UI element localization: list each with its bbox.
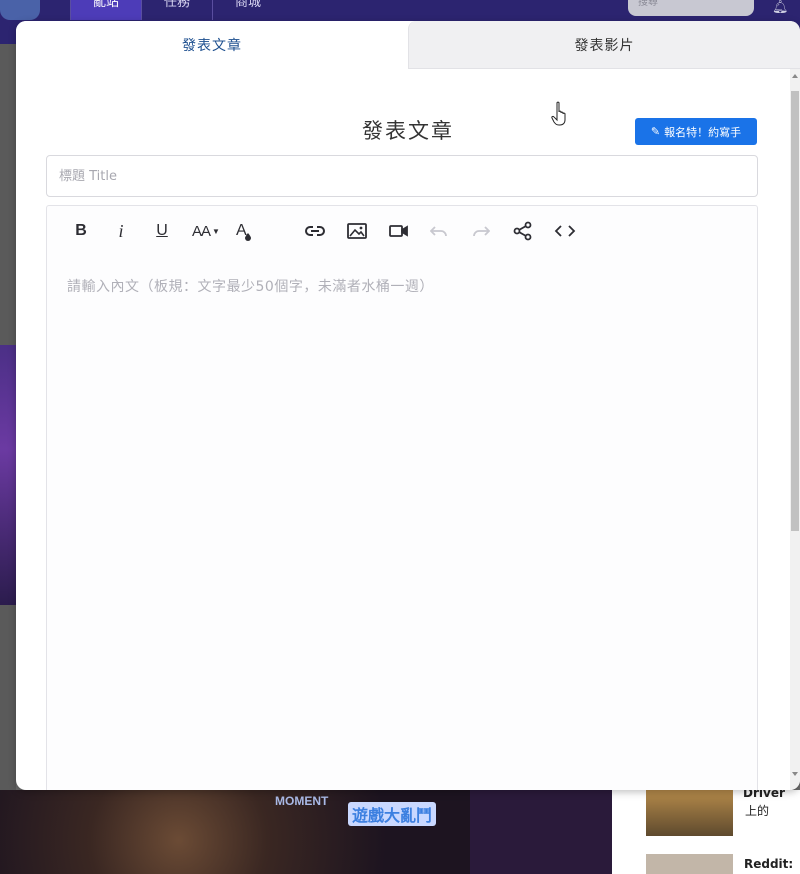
scroll-down-arrow-icon[interactable] xyxy=(792,772,798,776)
text-color-icon[interactable]: A xyxy=(233,218,255,244)
link-icon[interactable] xyxy=(303,218,327,244)
tab-post-article[interactable]: 發表文章 xyxy=(16,21,408,69)
banner-logo: 遊戲大亂鬥 xyxy=(348,802,437,826)
recruit-writer-button[interactable]: ✎ 報名特！約寫手 xyxy=(635,118,757,145)
top-nav: 亂站 任務 商城 xyxy=(70,0,283,20)
recruit-writer-label: 報名特！約寫手 xyxy=(664,125,742,139)
rich-text-editor[interactable]: B i U AA ▼ A 請輸入內文（板規：文字最少50個字，未滿者水桶一週） xyxy=(46,205,758,790)
font-size-icon[interactable]: AA ▼ xyxy=(189,218,223,244)
nav-item-forum[interactable]: 亂站 xyxy=(70,0,142,20)
side-article-subtitle: 上的 xyxy=(745,804,770,818)
svg-text:A: A xyxy=(236,222,247,239)
undo-icon[interactable] xyxy=(427,218,451,244)
site-logo[interactable] xyxy=(0,0,40,20)
scroll-up-arrow-icon[interactable] xyxy=(792,74,798,78)
post-modal: 發表文章 發表影片 發表文章 ✎ 報名特！約寫手 B i U AA ▼ A xyxy=(16,21,800,790)
title-input[interactable] xyxy=(46,155,758,197)
left-banner-image xyxy=(0,345,16,605)
scrollbar-thumb[interactable] xyxy=(791,91,799,531)
body-placeholder: 請輸入內文（板規：文字最少50個字，未滿者水桶一週） xyxy=(67,279,434,295)
bold-icon[interactable]: B xyxy=(71,218,91,244)
redo-icon[interactable] xyxy=(469,218,493,244)
image-icon[interactable] xyxy=(345,218,369,244)
hand-cursor-icon xyxy=(551,101,566,126)
modal-tabs: 發表文章 發表影片 xyxy=(16,21,800,69)
italic-icon[interactable]: i xyxy=(111,218,131,244)
bell-icon[interactable]: 🔔︎ xyxy=(772,0,792,15)
modal-scrollbar[interactable] xyxy=(790,69,800,790)
video-icon[interactable] xyxy=(387,218,411,244)
tab-post-video[interactable]: 發表影片 xyxy=(408,21,800,69)
caret-down-icon: ▼ xyxy=(212,226,220,236)
banner-text: MOMENT xyxy=(275,794,329,808)
underline-icon[interactable]: U xyxy=(151,218,173,244)
pencil-icon: ✎ xyxy=(650,125,661,138)
side-article-thumbnail[interactable] xyxy=(646,854,733,874)
nav-item-tasks[interactable]: 任務 xyxy=(141,0,212,20)
editor-toolbar: B i U AA ▼ A xyxy=(47,218,759,244)
side-article-title[interactable]: Reddit: xyxy=(744,857,793,871)
font-size-label: AA xyxy=(192,222,211,240)
nav-item-shop[interactable]: 商城 xyxy=(212,0,283,20)
share-icon[interactable] xyxy=(511,218,535,244)
code-icon[interactable] xyxy=(553,218,577,244)
side-article-thumbnail[interactable] xyxy=(646,790,733,836)
search-input[interactable]: 搜尋 xyxy=(628,0,754,16)
